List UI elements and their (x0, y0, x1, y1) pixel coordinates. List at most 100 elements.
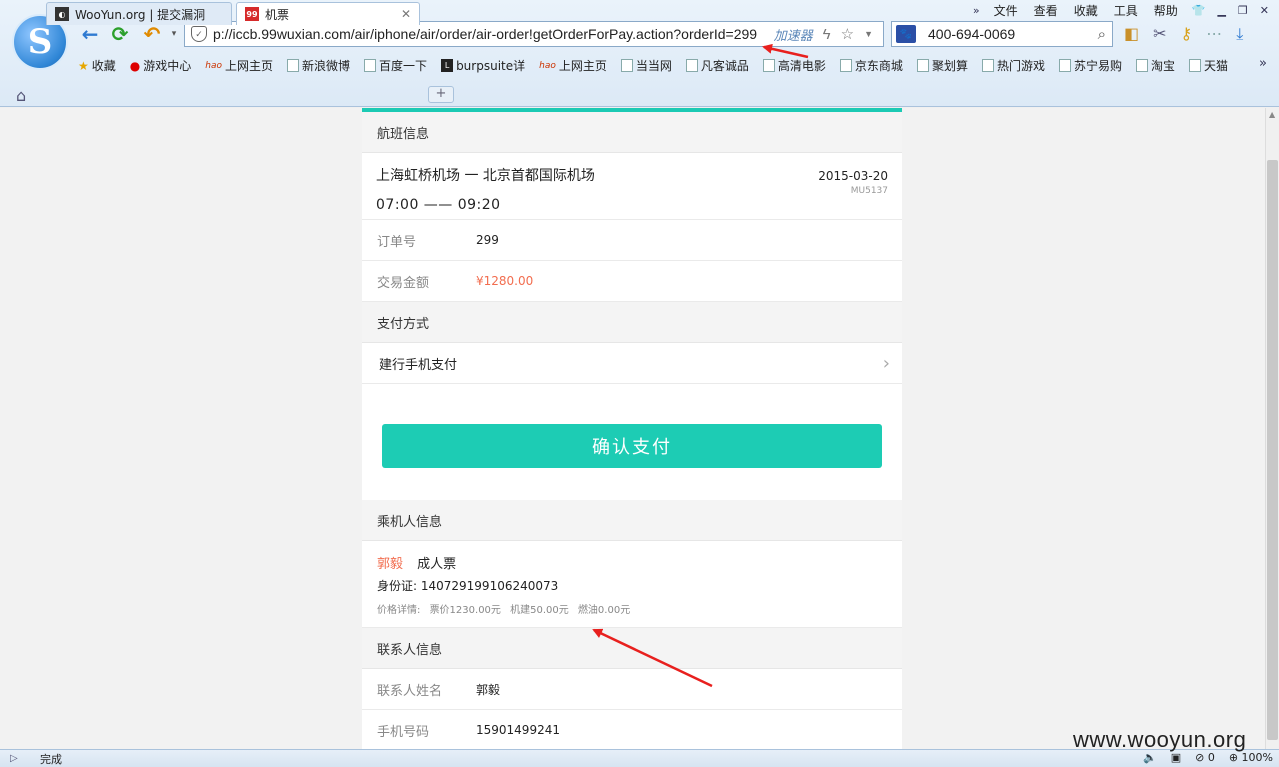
bookmark-item[interactable]: 新浪微博 (287, 57, 350, 74)
tab-wooyun[interactable]: ◐ WooYun.org | 提交漏洞 (46, 2, 232, 25)
amount-label: 交易金额 (377, 275, 430, 291)
tab-label: 机票 (265, 7, 290, 22)
tab-label: WooYun.org | 提交漏洞 (75, 7, 206, 22)
amount-row: 交易金额 ¥1280.00 (362, 261, 902, 302)
lightning-icon[interactable]: ϟ (823, 26, 831, 43)
ticket-price: 票价1230.00元 (429, 605, 501, 616)
contact-name-row: 联系人姓名 郭毅 (362, 669, 902, 710)
game-center-icon: ● (129, 58, 141, 73)
more-tools-icon[interactable]: ⋯ (1206, 24, 1222, 44)
bookmark-item[interactable]: 苏宁易购 (1058, 57, 1122, 74)
airport-fee: 机建50.00元 (510, 605, 569, 616)
url-text[interactable]: p://iccb.99wuxian.com/air/iphone/air/ord… (213, 26, 774, 42)
passenger-section-header: 乘机人信息 (362, 500, 902, 541)
page-icon (620, 59, 633, 72)
flight-info: 上海虹桥机场 一 北京首都国际机场 07:00 —— 09:20 2015-03… (362, 153, 902, 220)
skin-icon[interactable]: 👕 (1192, 4, 1206, 17)
confirm-area: 确认支付 (362, 384, 902, 500)
payment-method-label: 建行手机支付 (379, 357, 458, 373)
bookmark-item[interactable]: 高清电影 (762, 57, 826, 74)
menu-help[interactable]: 帮助 (1152, 2, 1180, 19)
bookmark-item[interactable]: Lburpsuite详 (441, 57, 525, 74)
key-icon[interactable]: ⚷ (1181, 24, 1193, 44)
search-icon[interactable]: ⌕ (1098, 26, 1106, 43)
wooyun-favicon-icon: ◐ (55, 7, 69, 21)
star-icon: ★ (78, 58, 89, 73)
bookmark-item[interactable]: 凡客诚品 (685, 57, 749, 74)
bookmark-item[interactable]: 淘宝 (1135, 57, 1175, 74)
menu-file[interactable]: 文件 (992, 2, 1020, 19)
bookmark-item[interactable]: 百度一下 (364, 57, 427, 74)
flight-section-header: 航班信息 (362, 112, 902, 153)
chevron-right-icon: › (882, 352, 890, 374)
watermark: www.wooyun.org (1073, 727, 1247, 752)
bookmark-item[interactable]: hao 上网主页 (539, 57, 607, 74)
star-icon[interactable]: ☆ (841, 25, 854, 43)
bookmark-item[interactable]: hao 上网主页 (205, 57, 273, 74)
flight-date: 2015-03-20 (818, 169, 888, 183)
bookmark-item[interactable]: 京东商城 (839, 57, 903, 74)
close-window-icon[interactable]: ✕ (1260, 4, 1269, 17)
payment-method-selector[interactable]: 建行手机支付 › (362, 343, 902, 384)
restore-icon[interactable]: ❐ (1238, 4, 1248, 17)
order-number-label: 订单号 (377, 234, 417, 250)
status-text: 完成 (40, 752, 62, 766)
undo-close-icon[interactable]: ↶ (140, 22, 164, 46)
browser-chrome: S » 文件 查看 收藏 工具 帮助 👕 ▁ ❐ ✕ ← ⟳ ↶ ▾ ✓ p:/… (0, 0, 1279, 107)
refresh-icon[interactable]: ⟳ (108, 22, 132, 46)
hao-icon: hao (205, 60, 223, 71)
flight-route: 上海虹桥机场 一 北京首都国际机场 (376, 168, 595, 184)
menu-overflow-icon[interactable]: » (973, 4, 980, 17)
security-shield-icon[interactable]: ✓ (191, 26, 207, 42)
bookmark-item[interactable]: ★ 收藏 (78, 57, 116, 74)
back-icon[interactable]: ← (78, 22, 102, 46)
payment-section-header: 支付方式 (362, 302, 902, 343)
bookmark-item[interactable]: 聚划算 (916, 57, 968, 74)
site-99-favicon-icon: 99 (245, 7, 259, 21)
close-tab-icon[interactable]: ✕ (401, 7, 411, 21)
download-icon[interactable]: ⤓ (1236, 24, 1243, 44)
bookmark-item[interactable]: 天猫 (1189, 57, 1228, 74)
sidebar-toggle-icon[interactable]: ▷ (10, 753, 26, 764)
flight-number: MU5137 (850, 186, 888, 196)
menu-tools[interactable]: 工具 (1112, 2, 1140, 19)
contact-name-value: 郭毅 (476, 682, 501, 697)
contact-section-header: 联系人信息 (362, 628, 902, 669)
toolbar-icons: ◧ ✂ ⚷ ⋯ ⤓ (1124, 24, 1243, 44)
vertical-scrollbar[interactable]: ▲ (1265, 108, 1279, 749)
order-number-value: 299 (476, 233, 499, 247)
search-input[interactable]: 400-694-0069 (928, 26, 1098, 42)
screenshot-scissors-icon[interactable]: ✂ (1153, 24, 1166, 44)
price-details: 价格详情: 票价1230.00元 机建50.00元 燃油0.00元 (377, 601, 887, 616)
extension-icon[interactable]: ◧ (1124, 24, 1139, 44)
passenger-id: 身份证: 140729199106240073 (377, 579, 559, 593)
search-engine-icon[interactable]: 🐾 (896, 25, 916, 43)
scroll-up-icon[interactable]: ▲ (1269, 110, 1275, 119)
tab-flight-ticket[interactable]: 99 机票 ✕ (236, 2, 420, 25)
undo-dropdown-icon[interactable]: ▾ (162, 22, 186, 46)
menu-favorites[interactable]: 收藏 (1072, 2, 1100, 19)
menu-view[interactable]: 查看 (1032, 2, 1060, 19)
contact-phone-row: 手机号码 15901499241 (362, 710, 902, 749)
accelerator-label[interactable]: 加速器 (774, 25, 813, 44)
scrollbar-thumb[interactable] (1267, 160, 1278, 740)
search-box[interactable]: 🐾 400-694-0069 ⌕ (891, 21, 1113, 47)
ticket-type: 成人票 (417, 557, 457, 572)
amount-value: ¥1280.00 (476, 274, 534, 288)
address-dropdown-icon[interactable]: ▼ (864, 29, 873, 39)
bookmarks-overflow-icon[interactable]: » (1259, 56, 1267, 71)
bookmark-item[interactable]: 热门游戏 (981, 57, 1045, 74)
new-tab-button[interactable]: + (428, 86, 454, 103)
bookmark-item[interactable]: ● 游戏中心 (130, 57, 192, 74)
bookmarks-bar: ★ 收藏 ● 游戏中心 hao 上网主页 新浪微博 百度一下 Lburpsuite详 … (78, 57, 1228, 74)
order-number-row: 订单号 299 (362, 220, 902, 261)
flight-times: 07:00 —— 09:20 (376, 197, 501, 213)
price-details-label: 价格详情: (377, 605, 421, 616)
passenger-info: 郭毅 成人票 身份证: 140729199106240073 价格详情: 票价1… (362, 541, 902, 628)
minimize-icon[interactable]: ▁ (1217, 4, 1225, 17)
bookmark-item[interactable]: 当当网 (620, 57, 672, 74)
home-icon[interactable]: ⌂ (16, 86, 26, 105)
confirm-payment-button[interactable]: 确认支付 (382, 424, 882, 468)
page-icon (1058, 59, 1071, 72)
page-icon (1135, 59, 1148, 72)
